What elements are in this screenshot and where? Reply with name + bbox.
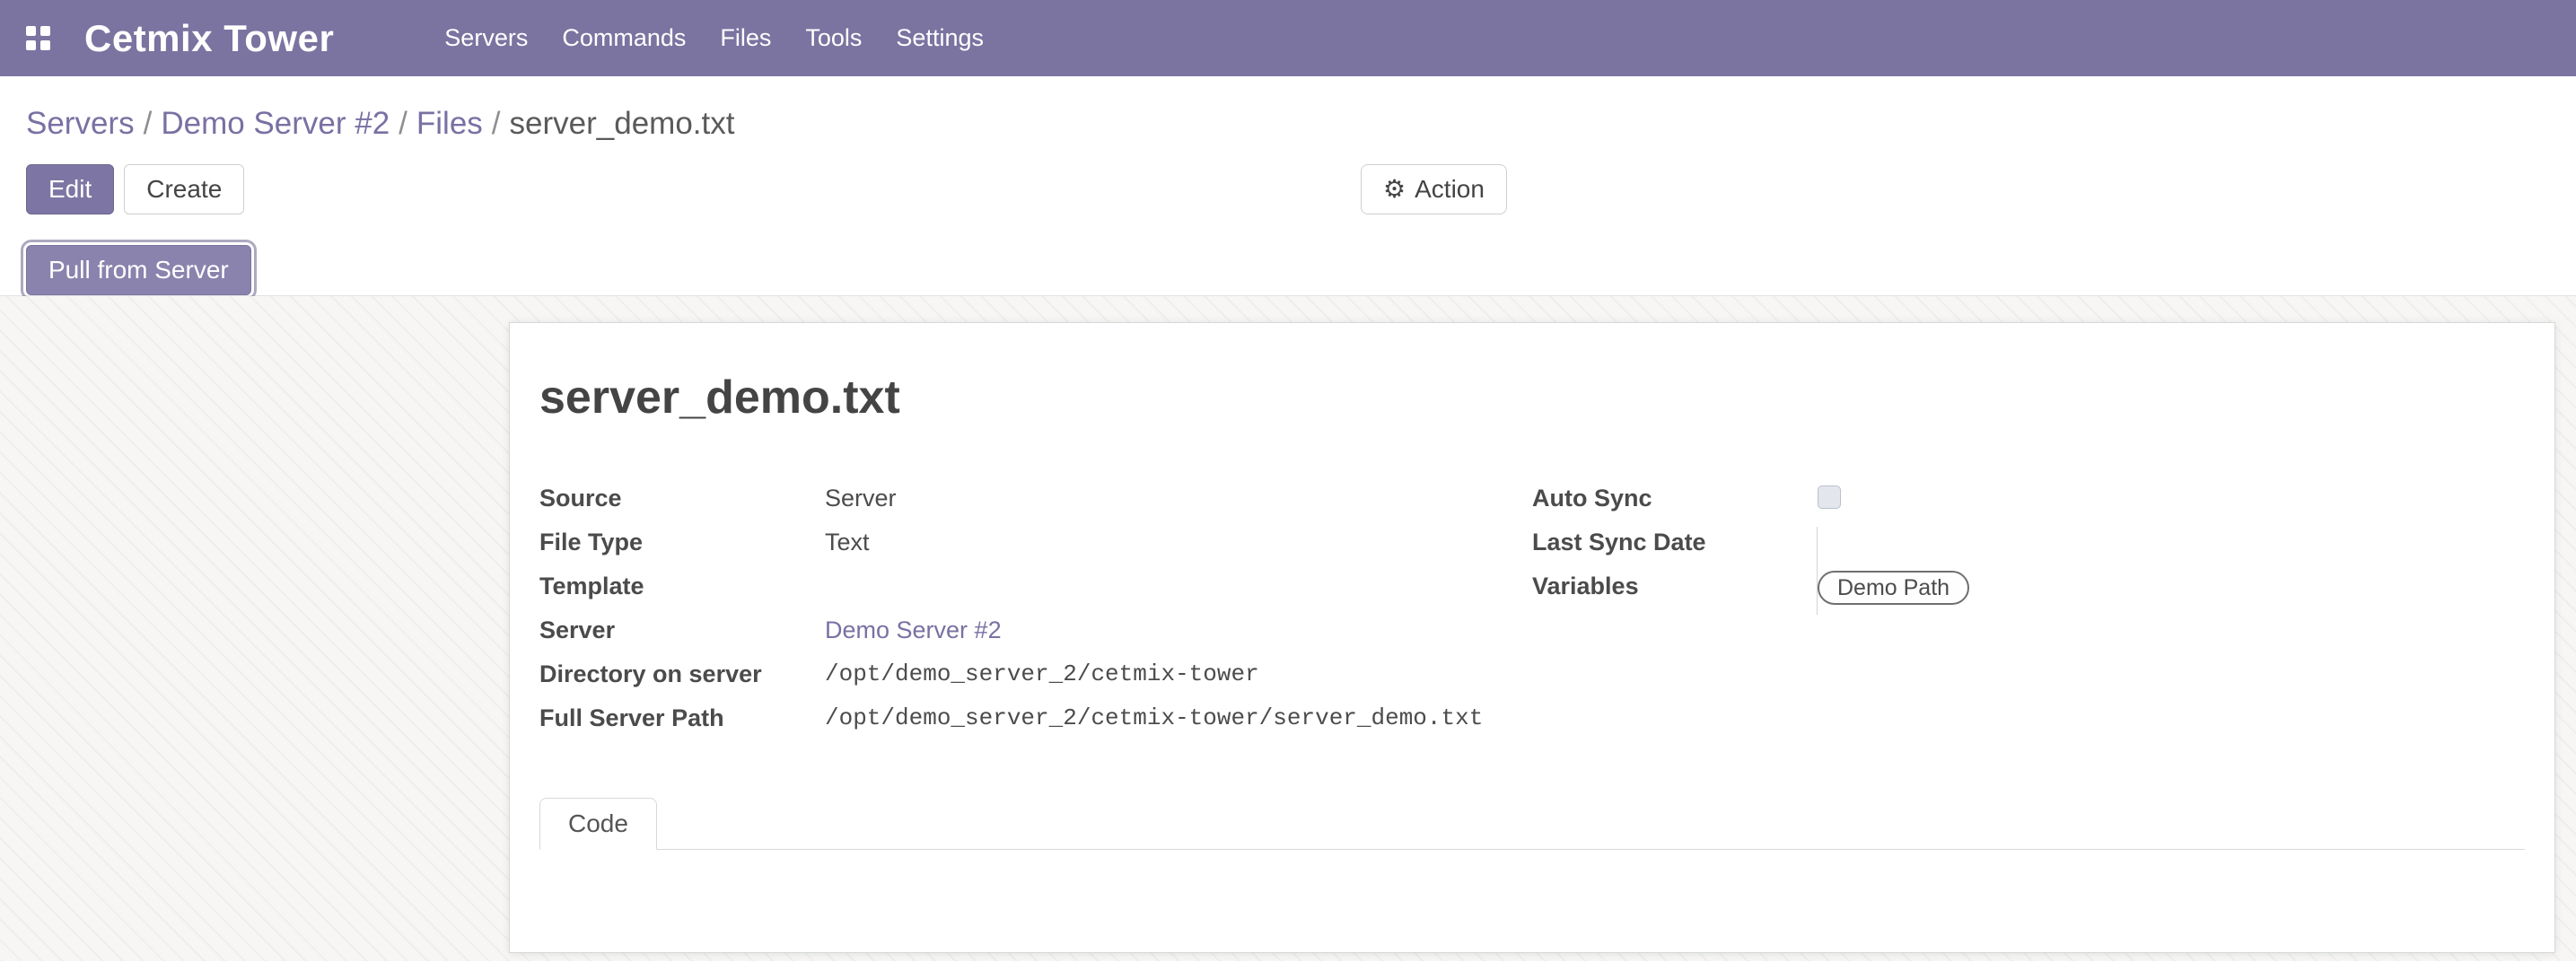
code-tab-content bbox=[539, 850, 2525, 949]
field-group-left: Source Server File Type Text Template Se… bbox=[539, 483, 1532, 747]
apps-grid-icon[interactable] bbox=[26, 26, 50, 50]
field-value-server-link[interactable]: Demo Server #2 bbox=[825, 615, 1532, 645]
variable-tag-demo-path[interactable]: Demo Path bbox=[1818, 571, 1969, 605]
field-label-directory: Directory on server bbox=[539, 659, 825, 689]
field-row-template: Template bbox=[539, 571, 1532, 615]
breadcrumb-current: server_demo.txt bbox=[510, 106, 735, 141]
breadcrumb-separator: / bbox=[390, 106, 416, 141]
control-panel: Servers/Demo Server #2/Files/server_demo… bbox=[0, 76, 2576, 296]
main-menu: Servers Commands Files Tools Settings bbox=[427, 0, 1001, 76]
record-title: server_demo.txt bbox=[539, 370, 2525, 425]
menu-servers[interactable]: Servers bbox=[427, 0, 545, 76]
menu-files[interactable]: Files bbox=[703, 0, 788, 76]
field-row-source: Source Server bbox=[539, 483, 1532, 527]
field-value-source: Server bbox=[825, 483, 1532, 513]
field-value-variables: Demo Path bbox=[1818, 571, 2525, 605]
breadcrumb-demo-server[interactable]: Demo Server #2 bbox=[161, 106, 390, 141]
breadcrumb: Servers/Demo Server #2/Files/server_demo… bbox=[26, 103, 2550, 144]
field-groups: Source Server File Type Text Template Se… bbox=[539, 483, 2525, 747]
create-button[interactable]: Create bbox=[124, 164, 244, 214]
field-row-directory: Directory on server /opt/demo_server_2/c… bbox=[539, 659, 1532, 703]
top-navbar: Cetmix Tower Servers Commands Files Tool… bbox=[0, 0, 2576, 76]
app-brand[interactable]: Cetmix Tower bbox=[84, 17, 334, 60]
breadcrumb-servers[interactable]: Servers bbox=[26, 106, 135, 141]
action-menu-button[interactable]: ⚙ Action bbox=[1361, 164, 1507, 214]
pull-from-server-button[interactable]: Pull from Server bbox=[26, 245, 251, 295]
apps-grid-square bbox=[40, 40, 50, 50]
field-label-auto-sync: Auto Sync bbox=[1532, 483, 1818, 513]
apps-grid-square bbox=[40, 26, 50, 36]
control-panel-buttons: Edit Create bbox=[26, 164, 2550, 214]
field-row-server: Server Demo Server #2 bbox=[539, 615, 1532, 659]
field-row-file-type: File Type Text bbox=[539, 527, 1532, 571]
apps-grid-square bbox=[26, 40, 36, 50]
field-label-source: Source bbox=[539, 483, 825, 513]
field-row-auto-sync: Auto Sync bbox=[1532, 483, 2525, 527]
breadcrumb-separator: / bbox=[483, 106, 510, 141]
field-value-file-type: Text bbox=[825, 527, 1532, 557]
form-view-background: server_demo.txt Source Server File Type … bbox=[0, 296, 2576, 961]
field-label-server: Server bbox=[539, 615, 825, 645]
field-label-file-type: File Type bbox=[539, 527, 825, 557]
field-value-directory: /opt/demo_server_2/cetmix-tower bbox=[825, 659, 1532, 689]
field-label-variables: Variables bbox=[1532, 571, 1818, 615]
form-sheet: server_demo.txt Source Server File Type … bbox=[509, 322, 2555, 953]
menu-settings[interactable]: Settings bbox=[879, 0, 1001, 76]
field-label-last-sync-date: Last Sync Date bbox=[1532, 527, 1818, 571]
field-value-full-server-path: /opt/demo_server_2/cetmix-tower/server_d… bbox=[825, 703, 1532, 733]
breadcrumb-separator: / bbox=[135, 106, 162, 141]
notebook-tabs: Code bbox=[539, 798, 2525, 850]
tab-code[interactable]: Code bbox=[539, 798, 657, 850]
edit-button[interactable]: Edit bbox=[26, 164, 114, 214]
menu-commands[interactable]: Commands bbox=[545, 0, 703, 76]
gear-icon: ⚙ bbox=[1383, 177, 1406, 202]
field-row-variables: Variables Demo Path bbox=[1532, 571, 2525, 615]
field-row-last-sync-date: Last Sync Date bbox=[1532, 527, 2525, 571]
field-label-template: Template bbox=[539, 571, 825, 601]
action-menu-label: Action bbox=[1415, 175, 1485, 204]
apps-grid-square bbox=[26, 26, 36, 36]
field-row-full-server-path: Full Server Path /opt/demo_server_2/cetm… bbox=[539, 703, 1532, 747]
field-label-full-server-path: Full Server Path bbox=[539, 703, 825, 733]
field-group-right: Auto Sync Last Sync Date Variables Demo … bbox=[1532, 483, 2525, 747]
auto-sync-checkbox[interactable] bbox=[1818, 485, 1841, 509]
field-value-auto-sync bbox=[1818, 483, 2525, 516]
breadcrumb-files[interactable]: Files bbox=[416, 106, 483, 141]
form-statusbar: Pull from Server bbox=[26, 245, 2550, 295]
menu-tools[interactable]: Tools bbox=[788, 0, 879, 76]
tab-code-label: Code bbox=[568, 809, 628, 837]
